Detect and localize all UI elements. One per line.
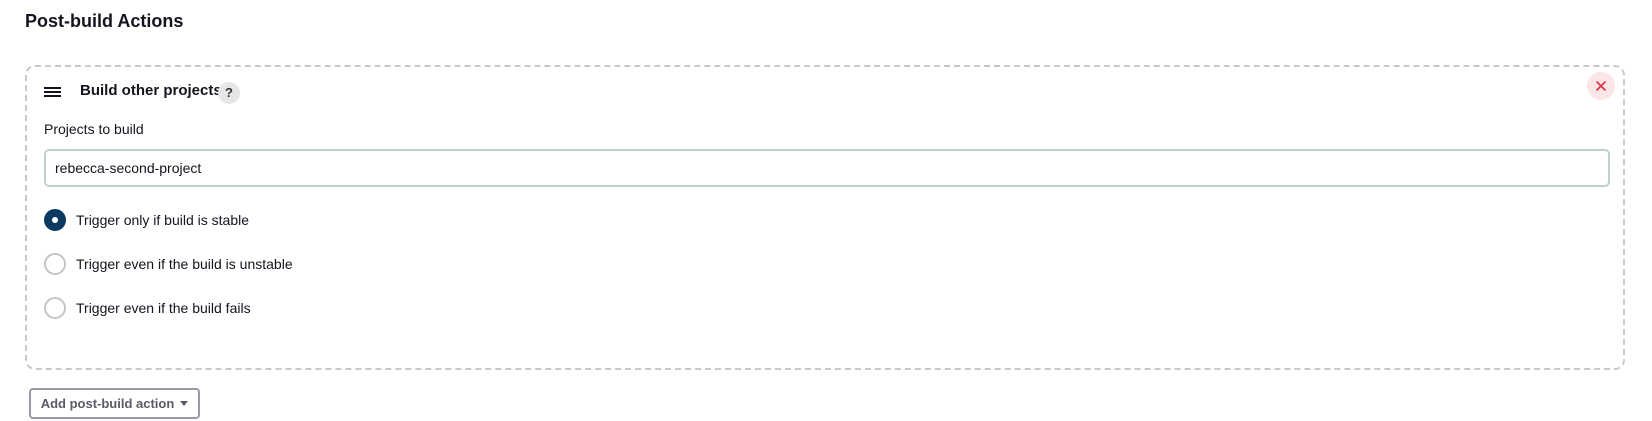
- add-post-build-action-label: Add post-build action: [40, 396, 175, 411]
- radio-label: Trigger even if the build fails: [76, 300, 251, 316]
- radio-trigger-unstable[interactable]: Trigger even if the build is unstable: [44, 252, 293, 276]
- projects-to-build-input[interactable]: [44, 149, 1610, 187]
- radio-trigger-stable[interactable]: Trigger only if build is stable: [44, 208, 249, 232]
- radio-button-checked[interactable]: [44, 209, 66, 231]
- caret-down-icon: [180, 401, 189, 406]
- drag-handle-icon[interactable]: [44, 87, 61, 99]
- radio-button[interactable]: [44, 297, 66, 319]
- projects-to-build-label: Projects to build: [44, 121, 144, 137]
- radio-label: Trigger even if the build is unstable: [76, 256, 293, 272]
- radio-button[interactable]: [44, 253, 66, 275]
- close-icon[interactable]: [1587, 72, 1615, 100]
- build-other-projects-card: Build other projects ? Projects to build…: [25, 65, 1625, 370]
- help-icon[interactable]: ?: [218, 82, 240, 104]
- section-title: Post-build Actions: [25, 11, 184, 31]
- add-post-build-action-button[interactable]: Add post-build action: [29, 388, 200, 419]
- radio-trigger-fails[interactable]: Trigger even if the build fails: [44, 296, 251, 320]
- radio-label: Trigger only if build is stable: [76, 212, 250, 228]
- card-title: Build other projects: [80, 82, 222, 99]
